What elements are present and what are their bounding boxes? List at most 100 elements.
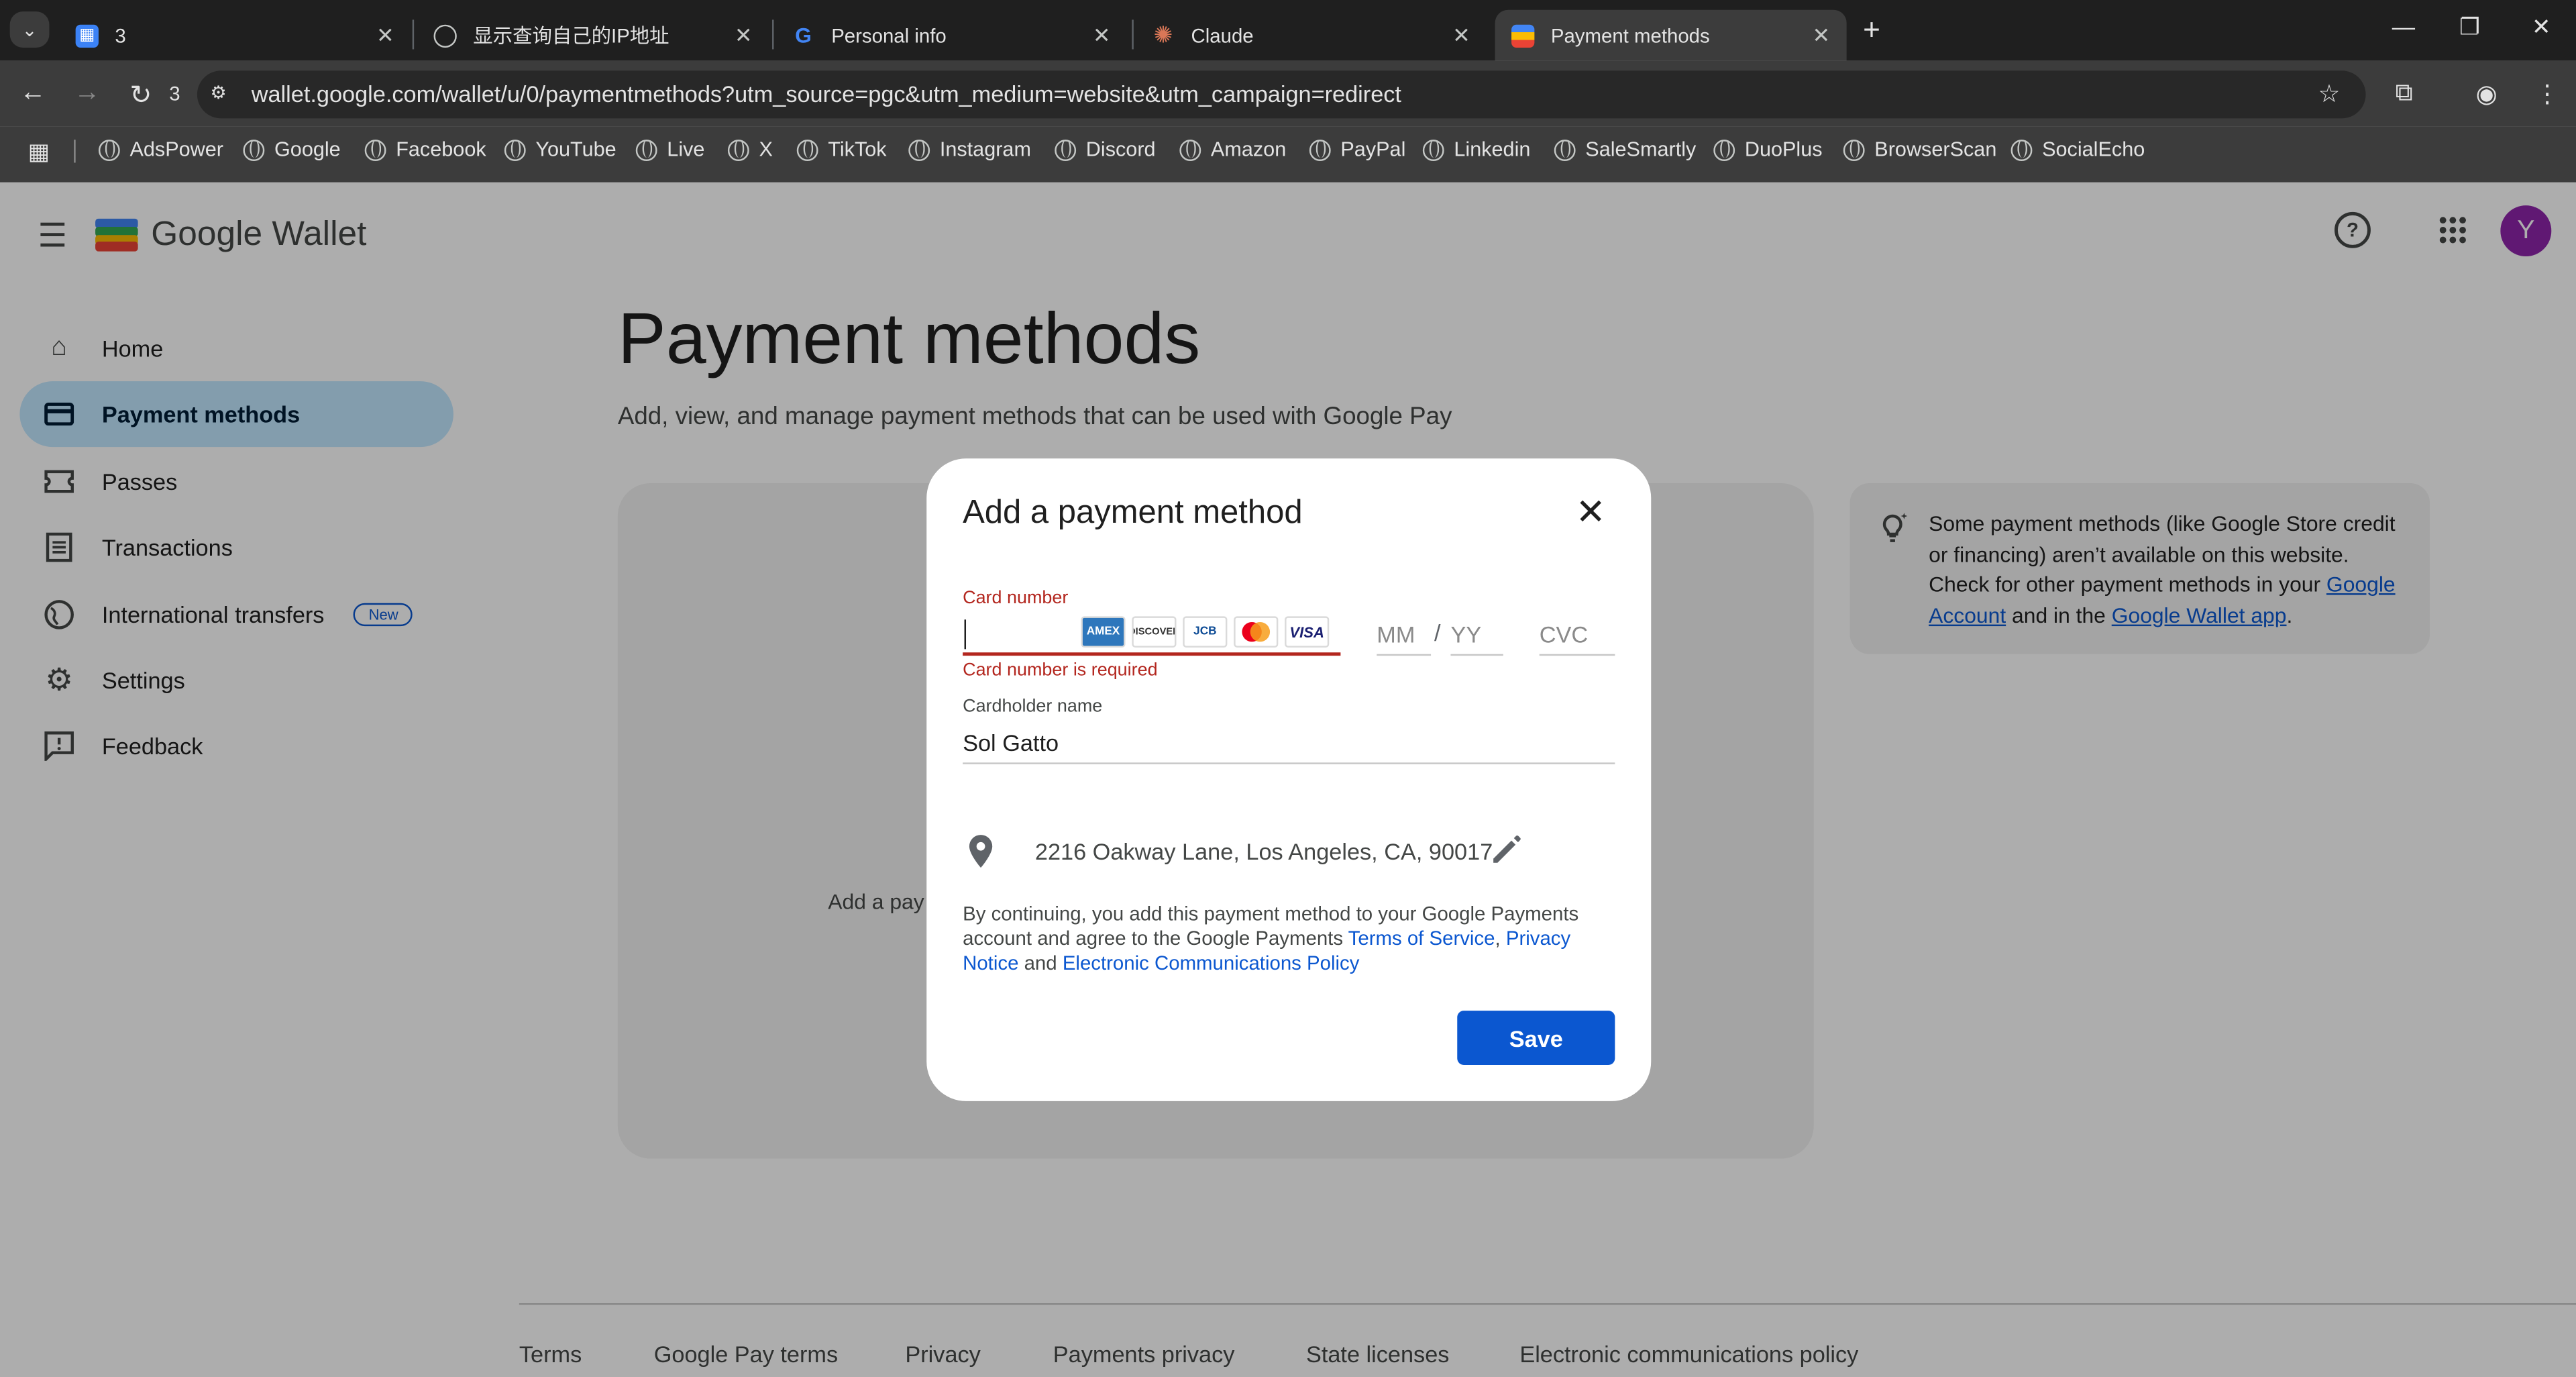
bookmark-label: Live — [667, 138, 705, 162]
bookmark-item[interactable]: SocialEcho — [2010, 138, 2145, 162]
close-icon: ✕ — [1575, 491, 1606, 533]
dialog-title: Add a payment method — [963, 495, 1303, 531]
minimize-icon: — — [2392, 13, 2416, 40]
arrow-right-icon: → — [74, 79, 101, 107]
mastercard-logo-icon — [1234, 616, 1279, 648]
save-button[interactable]: Save — [1457, 1011, 1615, 1065]
bookmark-item[interactable]: Discord — [1055, 138, 1156, 162]
bookmark-item[interactable]: AdsPower — [98, 138, 223, 161]
close-icon[interactable]: ✕ — [1812, 22, 1830, 48]
globe-icon — [1055, 138, 1077, 160]
tab-5-active[interactable]: Payment methods ✕ — [1495, 9, 1847, 61]
bookmark-item[interactable]: Facebook — [364, 138, 486, 162]
chevron-down-icon: ⌄ — [21, 20, 38, 41]
text-caret — [964, 619, 967, 650]
card-number-error: Card number is required — [963, 660, 1158, 680]
url-text[interactable]: wallet.google.com/wallet/u/0/paymentmeth… — [252, 81, 1401, 107]
bookmark-item[interactable]: Instagram — [908, 138, 1031, 161]
bookmark-item[interactable]: SaleSmartly — [1554, 138, 1697, 162]
edit-pencil-icon[interactable] — [1489, 831, 1525, 868]
tab-2[interactable]: 显示查询自己的IP地址 ✕ — [417, 10, 769, 61]
tab-divider — [1132, 19, 1134, 50]
close-window-button[interactable]: ✕ — [2532, 13, 2551, 42]
bookmark-item[interactable]: Google — [243, 138, 341, 162]
amex-logo-icon: AMEX — [1081, 616, 1126, 648]
bookmark-item[interactable]: Amazon — [1179, 138, 1286, 161]
bookmark-item[interactable]: YouTube — [504, 138, 616, 161]
tab-search-button[interactable]: ⌄ — [9, 11, 50, 48]
globe-icon — [504, 138, 526, 160]
bookmark-star-icon[interactable]: ☆ — [2318, 79, 2341, 109]
more-menu-icon[interactable]: ⋮ — [2535, 79, 2560, 109]
apps-grid-icon[interactable]: ▦ — [28, 138, 50, 166]
screen: ⌄ ▦ 3 ✕ 显示查询自己的IP地址 ✕ G Personal info ✕ … — [0, 0, 2576, 1377]
forward-button[interactable]: → — [74, 79, 100, 109]
profile-icon[interactable]: ◉ — [2476, 79, 2498, 109]
extensions-icon[interactable]: ⧉ — [2396, 79, 2413, 107]
tab-divider — [772, 19, 774, 50]
bookmark-label: TikTok — [828, 138, 887, 162]
terms-of-service-link[interactable]: Terms of Service — [1348, 927, 1495, 950]
bookmark-label: Linkedin — [1454, 138, 1531, 162]
bookmark-label: Discord — [1085, 138, 1156, 162]
bookmark-item[interactable]: BrowserScan — [1843, 138, 1997, 162]
back-button[interactable]: ← — [19, 79, 46, 109]
close-icon[interactable]: ✕ — [735, 22, 753, 48]
bookmark-label: YouTube — [535, 138, 616, 162]
bookmark-item[interactable]: Live — [635, 138, 705, 162]
cardholder-name-label: Cardholder name — [963, 697, 1103, 717]
bookmark-item[interactable]: TikTok — [796, 138, 887, 162]
bookmark-item[interactable]: PayPal — [1309, 138, 1406, 162]
new-tab-button[interactable]: + — [1863, 13, 1880, 48]
globe-icon — [98, 138, 120, 160]
close-dialog-button[interactable]: ✕ — [1576, 494, 1606, 531]
globe-icon — [1554, 138, 1576, 160]
bookmark-label: BrowserScan — [1874, 138, 1997, 162]
globe-icon — [796, 138, 818, 160]
close-icon[interactable]: ✕ — [1452, 22, 1470, 48]
close-icon: ✕ — [2531, 13, 2551, 40]
expiry-year-input[interactable] — [1450, 613, 1503, 656]
wallet-icon — [1511, 23, 1535, 47]
minimize-button[interactable]: — — [2392, 13, 2415, 40]
bookmark-label: SocialEcho — [2042, 138, 2145, 162]
tab-4[interactable]: ✺ Claude ✕ — [1135, 10, 1487, 61]
globe-icon — [243, 138, 265, 160]
claude-icon: ✺ — [1153, 21, 1173, 48]
globe-icon — [1179, 138, 1201, 160]
card-number-label: Card number — [963, 588, 1069, 609]
globe-icon — [1309, 138, 1331, 160]
discover-logo-icon: DISCOVER — [1132, 616, 1177, 648]
electronic-communications-policy-link[interactable]: Electronic Communications Policy — [1063, 951, 1360, 974]
tab-divider — [412, 19, 415, 50]
cvc-input[interactable] — [1539, 613, 1615, 656]
jcb-logo-icon: JCB — [1183, 616, 1228, 648]
bookmark-label: SaleSmartly — [1585, 138, 1697, 162]
bookmark-label: Facebook — [396, 138, 486, 162]
close-icon[interactable]: ✕ — [1093, 22, 1111, 48]
add-payment-method-dialog — [926, 458, 1652, 1101]
site-settings-icon[interactable]: ⚙ — [210, 82, 233, 105]
restore-button[interactable]: ❐ — [2459, 13, 2480, 42]
restore-icon: ❐ — [2459, 13, 2480, 40]
globe-icon — [2010, 138, 2033, 160]
cardholder-name-input[interactable] — [963, 723, 1615, 764]
reload-button[interactable]: ↻ — [129, 79, 152, 112]
bookmark-item[interactable]: DuoPlus — [1713, 138, 1823, 161]
tab-3[interactable]: G Personal info ✕ — [775, 10, 1127, 61]
globe-icon — [908, 138, 930, 160]
bookmark-label: Google — [274, 138, 341, 162]
globe-icon — [727, 138, 749, 160]
bookmark-label: Amazon — [1210, 138, 1287, 162]
google-g-icon: G — [795, 23, 812, 48]
expiry-month-input[interactable] — [1377, 613, 1432, 656]
globe-icon — [433, 23, 457, 47]
legal-text: By continuing, you add this payment meth… — [963, 902, 1579, 974]
bookmark-item[interactable]: Linkedin — [1422, 138, 1531, 162]
billing-address: 2216 Oakway Lane, Los Angeles, CA, 90017 — [1034, 837, 1493, 865]
bookmark-label: PayPal — [1340, 138, 1406, 162]
bookmark-item[interactable]: X — [727, 138, 773, 161]
kanban-icon: ▦ — [75, 23, 99, 47]
close-icon[interactable]: ✕ — [376, 22, 394, 48]
tab-1[interactable]: ▦ 3 ✕ — [59, 10, 411, 61]
